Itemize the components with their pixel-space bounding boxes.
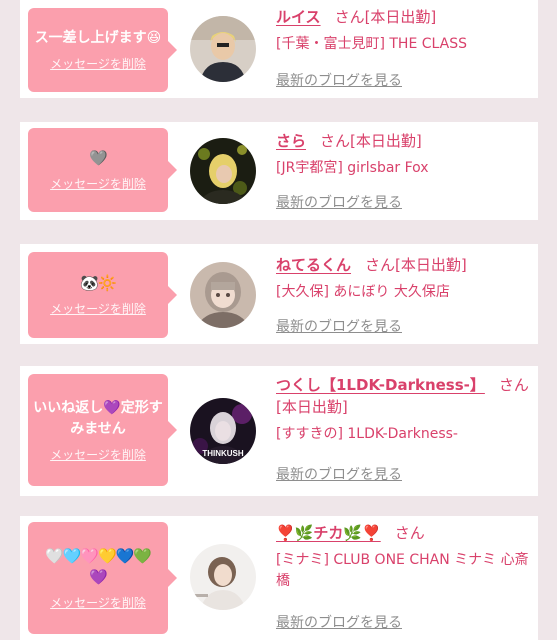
message-text: 🐼🔆 [80,274,116,292]
delete-message-link[interactable]: メッセージを削除 [50,55,146,72]
avatar[interactable] [190,16,256,82]
status-label: [本日出勤] [350,132,422,150]
message-text: 🩶 [89,149,108,167]
shop-area: [千葉・富士見町] THE CLASS [276,36,467,52]
message-bubble: 🩶 メッセージを削除 [28,128,177,212]
follower-card: ス一差し上げます😆 メッセージを削除 ルイス さん[本日出勤] [千葉・富士見町]… [20,0,538,98]
honorific: さん [365,256,396,274]
honorific: さん [334,8,365,26]
avatar[interactable] [190,138,256,204]
message-bubble: 🤍🩵🩷💛💙💚💜 メッセージを削除 [28,522,177,634]
latest-blog-link[interactable]: 最新のブログを見る [276,612,402,632]
follower-name-link[interactable]: つくし【1LDK-Darkness-】 [276,376,485,394]
shop-area: [大久保] あにぼり 大久保店 [276,284,450,300]
delete-message-link[interactable]: メッセージを削除 [50,446,146,463]
follower-name-link[interactable]: さら [276,132,306,150]
status-label: [本日出勤] [395,256,467,274]
follower-info: ねてるくん さん[本日出勤] [大久保] あにぼり 大久保店 [276,254,532,303]
latest-blog-link[interactable]: 最新のブログを見る [276,316,402,336]
message-bubble: ス一差し上げます😆 メッセージを削除 [28,8,177,92]
honorific: さん [498,376,529,394]
status-label: [本日出勤] [364,8,437,26]
follower-info: ルイス さん[本日出勤] [千葉・富士見町] THE CLASS [276,6,532,55]
follower-name-link[interactable]: ❣️🌿チカ🌿❣️ [276,524,381,542]
message-text: 🤍🩵🩷💛💙💚💜 [44,546,152,586]
avatar[interactable] [190,262,256,328]
follower-card: 🩶 メッセージを削除 さら さん[本日出勤] [JR宇都宮] girlsbar F… [20,122,538,220]
follower-info: さら さん[本日出勤] [JR宇都宮] girlsbar Fox [276,130,532,179]
follower-info: ❣️🌿チカ🌿❣️ さん [ミナミ] CLUB ONE CHAN ミナミ 心斎橋 [276,522,532,592]
follower-card: いいね返し💜定形すみません メッセージを削除 THINKUSH つくし【1LDK… [20,366,538,496]
message-bubble: 🐼🔆 メッセージを削除 [28,252,177,338]
avatar-caption: THINKUSH [202,449,244,458]
latest-blog-link[interactable]: 最新のブログを見る [276,464,402,484]
delete-message-link[interactable]: メッセージを削除 [50,300,146,317]
latest-blog-link[interactable]: 最新のブログを見る [276,192,402,212]
follower-info: つくし【1LDK-Darkness-】 さん [本日出勤] [すすきの] 1LDK-… [276,374,532,445]
follower-card: 🤍🩵🩷💛💙💚💜 メッセージを削除 ❣️🌿チカ🌿❣️ さん [ミナミ] CLUB O… [20,516,538,640]
shop-area: [すすきの] 1LDK-Darkness- [276,426,458,442]
status-label: [本日出勤] [276,398,348,416]
honorific: さん [394,524,425,542]
message-bubble: いいね返し💜定形すみません メッセージを削除 [28,374,177,486]
avatar[interactable] [190,544,256,610]
latest-blog-link[interactable]: 最新のブログを見る [276,70,402,90]
avatar[interactable]: THINKUSH [190,398,256,464]
delete-message-link[interactable]: メッセージを削除 [50,594,146,611]
follower-name-link[interactable]: ルイス [276,8,321,26]
shop-area: [ミナミ] CLUB ONE CHAN ミナミ 心斎橋 [276,552,529,589]
delete-message-link[interactable]: メッセージを削除 [50,175,146,192]
message-text: いいね返し💜定形すみません [33,399,163,437]
honorific: さん [320,132,351,150]
follower-name-link[interactable]: ねてるくん [276,256,351,274]
follower-card: 🐼🔆 メッセージを削除 ねてるくん さん[本日出勤] [大久保] あにぼり 大久保… [20,244,538,344]
shop-area: [JR宇都宮] girlsbar Fox [276,160,429,176]
message-text: ス一差し上げます😆 [34,30,162,46]
